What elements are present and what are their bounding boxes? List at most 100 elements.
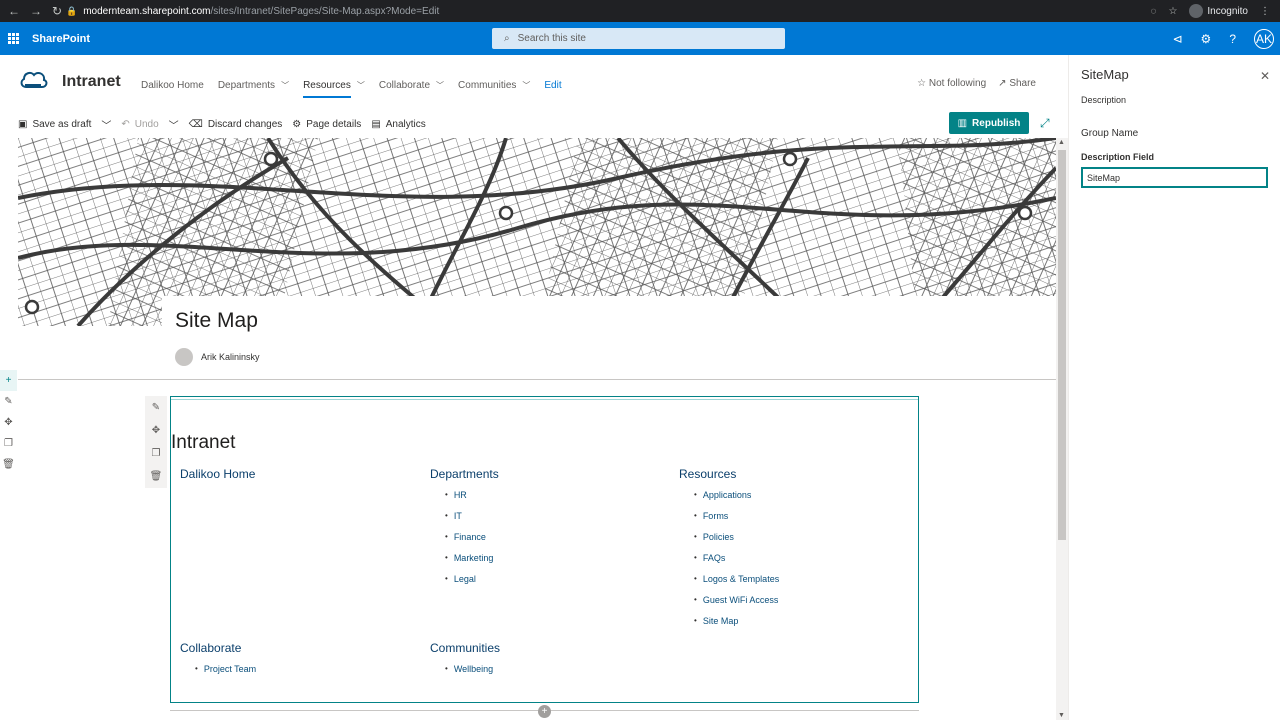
move-section-icon[interactable]: ✥ [0,412,17,433]
share-label: Share [1009,78,1036,89]
scrollbar-thumb[interactable] [1058,150,1066,540]
gear-icon[interactable]: ⚙ [1201,32,1212,46]
description-field-label: Description Field [1081,152,1155,162]
add-section-icon[interactable]: + [0,370,17,391]
delete-webpart-icon[interactable]: 🗑 [145,465,167,488]
republish-button[interactable]: ▥ Republish [949,112,1029,134]
author-byline: Arik Kalininsky [175,348,260,366]
description-field[interactable] [1081,167,1268,188]
follow-button[interactable]: ☆ Not following [917,78,986,89]
forward-icon[interactable]: → [30,4,42,18]
star-icon[interactable]: ☆ [1168,6,1177,17]
duplicate-section-icon[interactable]: ❐ [0,433,17,454]
list-item[interactable]: FAQs [694,553,779,574]
incognito-indicator[interactable]: Incognito [1189,4,1248,18]
avatar[interactable]: AK [1254,28,1274,49]
chevron-down-icon: ﹀ [281,80,290,90]
edit-webpart-icon[interactable]: ✎ [145,396,167,419]
column-title[interactable]: Resources [679,467,779,481]
menu-icon[interactable]: ⋮ [1260,6,1270,17]
nav-item-departments[interactable]: Departments ﹀ [218,78,289,92]
group-name: Group Name [1081,128,1139,139]
site-title[interactable]: Intranet [62,73,121,91]
sitemap-webpart[interactable]: Intranet Dalikoo Home Departments HR IT … [170,396,919,703]
nav-label: Edit [544,79,562,91]
reload-icon[interactable]: ↻ [52,4,62,18]
page-scrollbar[interactable]: ▲ ▼ [1056,138,1068,720]
eye-off-icon[interactable]: ◌ [1150,6,1156,17]
back-icon[interactable]: ← [8,4,20,18]
pane-title: SiteMap [1081,67,1129,82]
site-header: Intranet Dalikoo Home Departments ﹀ Resou… [0,55,1068,111]
list-item[interactable]: Finance [445,532,499,553]
add-webpart-icon[interactable]: + [538,705,551,718]
column-title[interactable]: Communities [430,641,500,655]
list-item[interactable]: Legal [445,574,499,595]
header-actions: ☆ Not following ↗ Share [917,78,1036,89]
megaphone-icon[interactable]: ⊲ [1172,32,1182,46]
list-item[interactable]: Applications [694,490,779,511]
list-item[interactable]: Site Map [694,616,779,637]
nav-item-collaborate[interactable]: Collaborate ﹀ [379,78,444,92]
list-item[interactable]: Wellbeing [445,664,500,685]
discard-icon: ⌫ [188,119,203,130]
incognito-icon [1189,4,1204,18]
help-icon[interactable]: ? [1229,32,1236,46]
share-button[interactable]: ↗ Share [998,78,1036,89]
nav-label: Departments [217,79,276,91]
browser-chrome: ← → ↻ 🔒 modernteam.sharepoint.com/sites/… [0,0,1280,22]
column-title[interactable]: Collaborate [180,641,256,655]
site-logo[interactable] [18,67,48,95]
chevron-down-icon: ﹀ [168,121,179,132]
undo-icon: ↶ [121,119,130,130]
undo-dropdown-button[interactable]: ﹀ [169,117,179,132]
save-icon: ▣ [18,119,28,130]
undo-button[interactable]: ↶ Undo [121,119,158,130]
app-launcher-button[interactable] [0,33,26,44]
analytics-button[interactable]: ▤ Analytics [371,119,425,130]
close-icon[interactable]: ✕ [1260,69,1270,83]
page-title[interactable]: Site Map [175,309,258,333]
property-pane: SiteMap ✕ Description Group Name Descrip… [1068,55,1280,720]
delete-section-icon[interactable]: 🗑 [0,454,17,475]
list-item[interactable]: HR [445,490,499,511]
nav-item-communities[interactable]: Communities ﹀ [458,78,530,92]
column-title[interactable]: Departments [430,467,499,481]
nav-edit-link[interactable]: Edit [544,78,561,92]
sitemap-column-collaborate: Collaborate Project Team [180,641,256,685]
page-details-button[interactable]: ⚙ Page details [292,119,361,130]
sitemap-column-resources: Resources Applications Forms Policies FA… [679,467,779,637]
save-dropdown-button[interactable]: ﹀ [101,117,111,132]
search-icon: ⌕ [504,33,510,44]
duplicate-webpart-icon[interactable]: ❐ [145,442,167,465]
undo-label: Undo [134,119,159,130]
list-item[interactable]: Project Team [195,664,256,685]
search-box[interactable]: ⌕ Search this site [492,28,785,49]
list-item[interactable]: Logos & Templates [694,574,779,595]
nav-item-dalikoo-home[interactable]: Dalikoo Home [141,78,204,92]
url-path: /sites/Intranet/SitePages/Site-Map.aspx?… [210,5,440,17]
list-item[interactable]: Forms [694,511,779,532]
discard-changes-button[interactable]: ⌫ Discard changes [189,119,283,130]
chevron-down-icon: ﹀ [101,121,112,132]
edit-section-icon[interactable]: ✎ [0,391,17,412]
list-item[interactable]: Policies [694,532,779,553]
webpart-toolbar: ✎ ✥ ❐ 🗑 [145,396,167,488]
scroll-down-icon[interactable]: ▼ [1058,712,1065,719]
analytics-label: Analytics [385,119,426,130]
nav-item-resources[interactable]: Resources ﹀ [303,78,365,98]
expand-icon[interactable]: ⤢ [1040,116,1050,131]
address-bar[interactable]: 🔒 modernteam.sharepoint.com/sites/Intran… [66,0,1150,22]
share-icon: ↗ [998,78,1007,89]
scroll-up-icon[interactable]: ▲ [1058,139,1065,146]
author-name[interactable]: Arik Kalininsky [201,352,260,362]
search-placeholder: Search this site [517,33,586,44]
save-draft-button[interactable]: ▣ Save as draft [18,119,91,130]
list-item[interactable]: Marketing [445,553,499,574]
analytics-icon: ▤ [371,119,381,130]
column-title[interactable]: Dalikoo Home [180,467,255,481]
app-name[interactable]: SharePoint [32,33,90,45]
move-webpart-icon[interactable]: ✥ [145,419,167,442]
list-item[interactable]: Guest WiFi Access [694,595,779,616]
list-item[interactable]: IT [445,511,499,532]
